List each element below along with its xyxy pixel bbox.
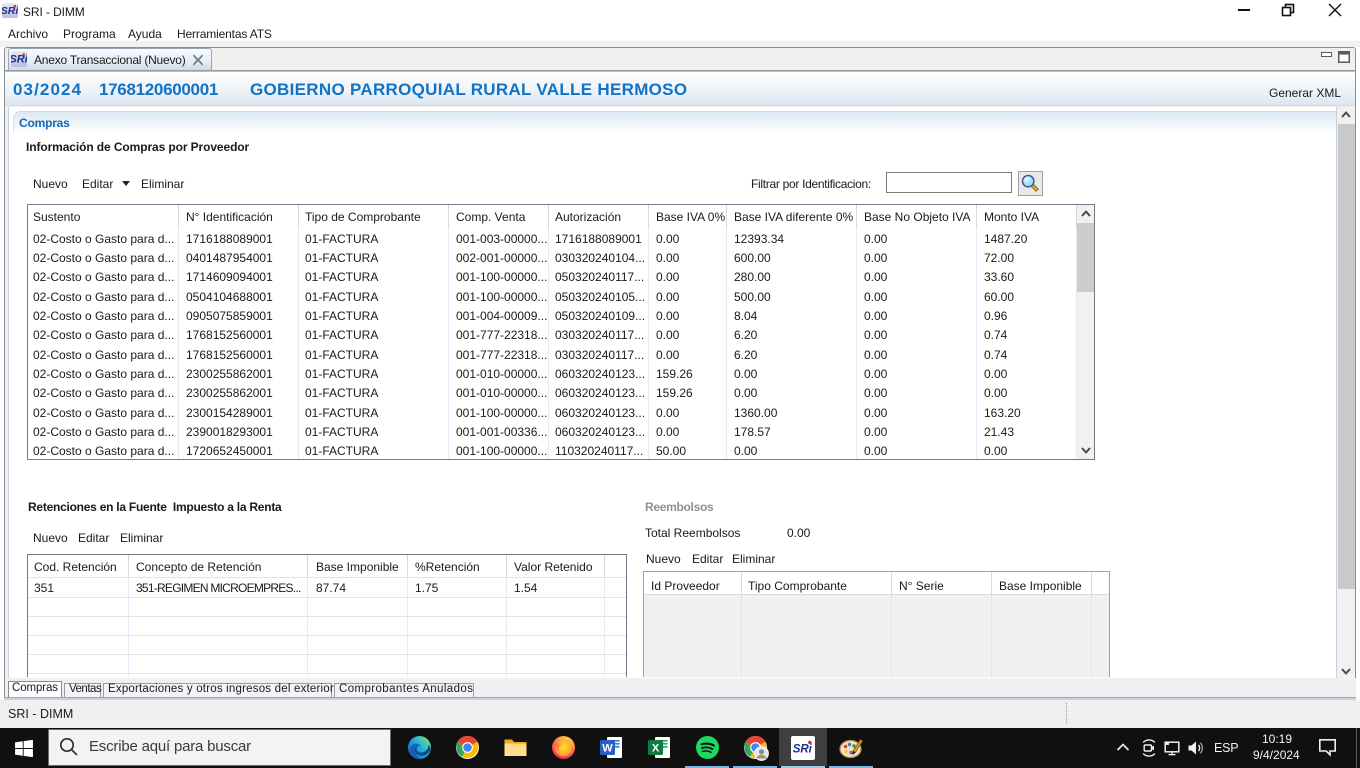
svg-text:W: W (602, 743, 613, 755)
svg-text:X: X (652, 743, 660, 755)
svg-text:SRi: SRi (793, 744, 813, 756)
